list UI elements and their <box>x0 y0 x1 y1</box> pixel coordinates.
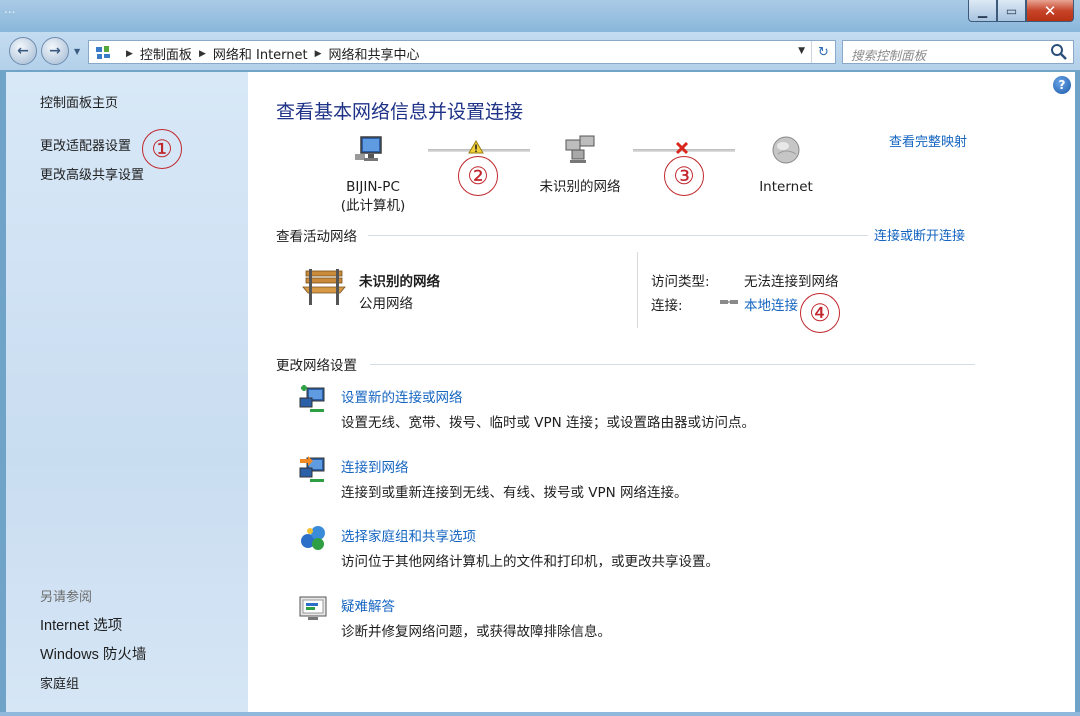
globe-icon <box>772 136 800 164</box>
access-type-value: 无法连接到网络 <box>744 274 839 290</box>
vertical-divider <box>637 252 638 328</box>
map-node-network[interactable]: 未识别的网络 <box>535 134 625 197</box>
error-x-icon <box>675 141 689 155</box>
task-title[interactable]: 设置新的连接或网络 <box>341 386 463 406</box>
refresh-icon: ↻ <box>818 44 829 60</box>
task-description: 设置无线、宽带、拨号、临时或 VPN 连接；或设置路由器或访问点。 <box>341 415 756 431</box>
title-bar: ... ▁ ▭ ✕ <box>0 0 1080 32</box>
annotation-1: ① <box>142 129 182 169</box>
divider <box>370 364 975 365</box>
annotation-4: ④ <box>800 293 840 333</box>
homegroup-link[interactable]: 家庭组 <box>40 673 79 692</box>
change-settings-heading: 更改网络设置 <box>276 358 357 374</box>
change-adapter-settings-link[interactable]: 更改适配器设置 <box>40 135 131 154</box>
control-panel-home-link[interactable]: 控制面板主页 <box>40 92 118 111</box>
maximize-button[interactable]: ▭ <box>997 0 1026 22</box>
breadcrumb-control-panel[interactable]: 控制面板 <box>140 44 192 63</box>
back-arrow-icon: ← <box>17 43 29 59</box>
map-node-computer[interactable]: BIJIN-PC (此计算机) <box>333 134 413 216</box>
network-profile-link[interactable]: 公用网络 <box>359 292 413 312</box>
internet-label: Internet <box>759 179 813 195</box>
task-description: 连接到或重新连接到无线、有线、拨号或 VPN 网络连接。 <box>341 485 688 501</box>
window-bottom-border <box>0 712 1080 716</box>
back-button[interactable]: ← <box>9 37 37 65</box>
task-title[interactable]: 疑难解答 <box>341 595 395 615</box>
breadcrumb: ▶ 控制面板 ▶ 网络和 Internet ▶ 网络和共享中心 <box>119 44 420 63</box>
connect-disconnect-link[interactable]: 连接或断开连接 <box>874 225 965 244</box>
see-also-heading: 另请参阅 <box>40 590 93 605</box>
active-networks-heading: 查看活动网络 <box>276 229 357 245</box>
network-connection-icon <box>720 300 738 304</box>
change-advanced-sharing-link[interactable]: 更改高级共享设置 <box>40 164 144 183</box>
windows-firewall-link[interactable]: Windows 防火墙 <box>40 643 146 664</box>
address-bar[interactable]: ▶ 控制面板 ▶ 网络和 Internet ▶ 网络和共享中心 ▼ ↻ <box>88 40 836 64</box>
troubleshoot-icon <box>299 596 327 620</box>
task-title[interactable]: 连接到网络 <box>341 456 409 476</box>
app-name: ... <box>4 2 16 16</box>
annotation-2: ② <box>458 156 498 196</box>
search-placeholder: 搜索控制面板 <box>851 48 927 63</box>
view-full-map-link[interactable]: 查看完整映射 <box>889 131 967 150</box>
new-connection-icon <box>299 385 325 412</box>
computer-name: BIJIN-PC <box>346 179 400 195</box>
computer-sub: (此计算机) <box>340 198 406 214</box>
breadcrumb-network-internet[interactable]: 网络和 Internet <box>213 44 308 63</box>
internet-options-link[interactable]: Internet 选项 <box>40 614 122 635</box>
access-type-label: 访问类型: <box>651 274 710 290</box>
page-title: 查看基本网络信息并设置连接 <box>276 101 524 123</box>
computer-icon <box>355 136 382 161</box>
forward-button[interactable]: → <box>41 37 69 65</box>
minimize-button[interactable]: ▁ <box>968 0 997 22</box>
address-dropdown-icon[interactable]: ▼ <box>798 46 805 56</box>
search-box[interactable]: 搜索控制面板 <box>842 40 1074 64</box>
bench-icon <box>302 269 346 305</box>
task-description: 访问位于其他网络计算机上的文件和打印机，或更改共享设置。 <box>341 554 719 570</box>
connect-network-icon <box>299 456 325 482</box>
warning-icon <box>468 140 484 154</box>
control-panel-icon <box>96 46 110 59</box>
homegroup-icon <box>301 526 325 550</box>
connections-label: 连接: <box>651 298 683 314</box>
search-icon[interactable] <box>1049 42 1069 62</box>
annotation-3: ③ <box>664 156 704 196</box>
forward-arrow-icon: → <box>49 43 61 59</box>
window-controls: ▁ ▭ ✕ <box>968 0 1074 22</box>
refresh-button[interactable]: ↻ <box>811 41 835 63</box>
close-button[interactable]: ✕ <box>1026 0 1074 22</box>
left-pane: 控制面板主页 更改适配器设置 ① 更改高级共享设置 另请参阅 Internet … <box>6 72 248 716</box>
network-name: 未识别的网络 <box>539 179 621 195</box>
task-title[interactable]: 选择家庭组和共享选项 <box>341 525 476 545</box>
active-network-name: 未识别的网络 <box>359 274 440 290</box>
breadcrumb-network-sharing-center[interactable]: 网络和共享中心 <box>329 44 420 63</box>
help-icon[interactable]: ? <box>1053 76 1071 94</box>
main-pane: ? 查看基本网络信息并设置连接 查看完整映射 BIJIN-PC (此计算机) ②… <box>248 72 1075 716</box>
local-connection-link[interactable]: 本地连接 <box>744 294 798 314</box>
divider <box>368 235 868 236</box>
task-description: 诊断并修复网络问题，或获得故障排除信息。 <box>341 624 611 640</box>
navigation-bar: ← → ▼ ▶ 控制面板 ▶ 网络和 Internet ▶ 网络和共享中心 ▼ … <box>0 32 1080 70</box>
network-icon <box>565 135 595 163</box>
map-node-internet[interactable]: Internet <box>748 134 824 197</box>
recent-pages-dropdown[interactable]: ▼ <box>74 47 80 56</box>
